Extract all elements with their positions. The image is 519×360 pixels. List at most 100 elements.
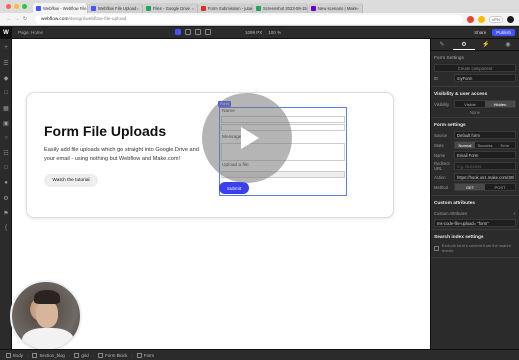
video-play-overlay[interactable] [202,93,292,183]
mobile-landscape-icon[interactable] [195,29,201,35]
designer-toolbar: W Page: Home 1099 PX 100 % Share Publish [0,26,519,39]
method-label: Method [434,184,448,190]
extension-icon[interactable] [477,15,485,23]
address-bar: ← → ↻ webflow.com/design/webflow-file-up… [0,13,519,26]
interactions-tab-icon[interactable]: ⚡ [475,39,497,50]
tab-favicon-icon [146,5,151,11]
canvas-width: 1099 PX [245,30,263,35]
tab-close-icon[interactable]: × [192,6,194,11]
url-field[interactable]: webflow.com/design/webflow-file-upload [35,14,463,24]
tab-close-icon[interactable]: × [137,6,139,11]
method-toggle[interactable]: GET POST [454,183,516,191]
page-subtext[interactable]: Easily add file uploads which go straigh… [44,146,209,164]
browser-tab[interactable]: Webflow File Upload × [88,3,143,13]
toolbar-actions: Share Publish [474,29,515,36]
submit-button[interactable]: Submit [219,182,249,194]
form-name-input[interactable]: Email Form [454,151,516,159]
visibility-toggle[interactable]: Visible Hidden [454,100,516,108]
navigator-icon[interactable]: ☰ [0,57,12,69]
users-icon[interactable]: ● [0,177,12,189]
breadcrumb-item[interactable]: Body [6,352,23,358]
breadcrumb-item[interactable]: Form [136,352,154,358]
breadcrumb-item[interactable]: Section_blog [32,352,65,358]
browser-tab[interactable]: New scenario | Make × [308,3,363,13]
element-box-icon [6,352,11,358]
breadcrumb: Body › Section_blog › grid › Form Block › Form [0,349,519,360]
custom-attribute-item[interactable]: ms-code-file-upload= "form" [434,219,516,227]
desktop-icon[interactable] [175,29,181,35]
visibility-hidden-option[interactable]: Hidden [485,101,515,107]
cms-icon[interactable]: ▦ [0,102,12,114]
code-icon[interactable]: { [0,222,12,234]
settings-tab-icon[interactable]: ⚙ [453,39,475,50]
close-window-button[interactable] [6,4,11,9]
style-manager-icon[interactable]: ○ [0,132,12,144]
window-controls[interactable] [6,4,27,9]
left-toolbar: + ☰ ◆ □ ▦ ▣ ○ ☷ □ ● ⚙ ⚑ { [0,39,12,349]
element-type: Form Settings [434,56,464,61]
maximize-window-button[interactable] [22,4,27,9]
webcam-overlay [10,280,82,352]
source-select[interactable]: Default form [454,131,516,139]
browser-tab[interactable]: Form Submission - jutardi× [198,3,253,13]
state-error-option[interactable]: Error [495,142,515,148]
page-heading[interactable]: Form File Uploads [44,123,166,139]
element-box-icon [136,352,142,358]
settings-panel: ✎ ⚙ ⚡ ◉ Form Settings Create component I… [430,39,519,349]
redirect-input[interactable]: e.g. /success [454,162,516,170]
canvas-zoom: 100 % [268,30,282,35]
id-input[interactable]: myForm [454,74,516,82]
browser-tab[interactable]: Webflow - Webflow File× [33,3,88,13]
tab-label: Form Submission - jutardi [208,5,253,11]
tab-label: Webflow - Webflow File [43,5,87,11]
exclude-checkbox[interactable] [434,245,439,251]
vpn-badge[interactable]: VPN [488,15,503,23]
page-selector[interactable]: Page: Home [18,30,43,35]
breadcrumb-item[interactable]: grid [74,352,89,358]
minimize-window-button[interactable] [14,4,19,9]
publish-button[interactable]: Publish [492,29,515,36]
form-settings-section: Form settings Source Default form State N… [431,118,519,196]
assets-icon[interactable]: ▣ [0,117,12,129]
watch-tutorial-button[interactable]: Watch the tutorial [44,174,98,187]
webflow-logo[interactable]: W [0,26,12,39]
state-success-option[interactable]: Success [475,142,495,148]
breadcrumb-item[interactable]: Form Block [98,352,127,358]
mobile-portrait-icon[interactable] [205,29,211,35]
search-index-title[interactable]: Search index settings [434,235,516,240]
state-label: State [434,142,444,148]
forward-arrow-icon[interactable]: → [13,16,21,22]
state-toggle[interactable]: Normal Success Error [454,141,516,149]
method-post-option[interactable]: POST [485,184,515,190]
back-arrow-icon[interactable]: ← [5,16,13,22]
audit-icon[interactable]: ⚑ [0,207,12,219]
custom-attributes-title[interactable]: Custom attributes [434,201,516,206]
apps-icon[interactable]: □ [0,162,12,174]
extension-icon[interactable] [466,15,474,23]
create-component-button[interactable]: Create component [434,64,516,72]
add-elements-icon[interactable]: + [0,42,12,54]
browser-tab[interactable]: Files - Google Drive × [143,3,198,13]
browser-tab[interactable]: Screenshot 2023-08-15 at× [253,3,308,13]
symbols-icon[interactable]: ◆ [0,72,12,84]
style-manager-tab-icon[interactable]: ◉ [497,39,519,50]
profile-avatar[interactable] [507,15,514,23]
state-normal-option[interactable]: Normal [455,142,475,148]
pages-icon[interactable]: □ [0,87,12,99]
add-attribute-icon[interactable]: + [514,211,516,216]
visibility-label: Visibility [434,101,450,107]
breakpoint-selector[interactable] [175,29,211,35]
reload-icon[interactable]: ↻ [21,16,29,22]
action-input[interactable]: https://hook.us1.make.com/38l [454,173,516,181]
visibility-title[interactable]: Visibility & user access [434,92,516,97]
share-button[interactable]: Share [474,30,486,35]
method-get-option[interactable]: GET [455,184,485,190]
style-tab-icon[interactable]: ✎ [431,39,453,50]
form-settings-title[interactable]: Form settings [434,123,516,128]
tab-favicon-icon [256,5,261,11]
visibility-visible-option[interactable]: Visible [455,101,485,107]
ecommerce-icon[interactable]: ☷ [0,147,12,159]
tablet-icon[interactable] [185,29,191,35]
tab-close-icon[interactable]: × [357,6,359,11]
settings-icon[interactable]: ⚙ [0,192,12,204]
